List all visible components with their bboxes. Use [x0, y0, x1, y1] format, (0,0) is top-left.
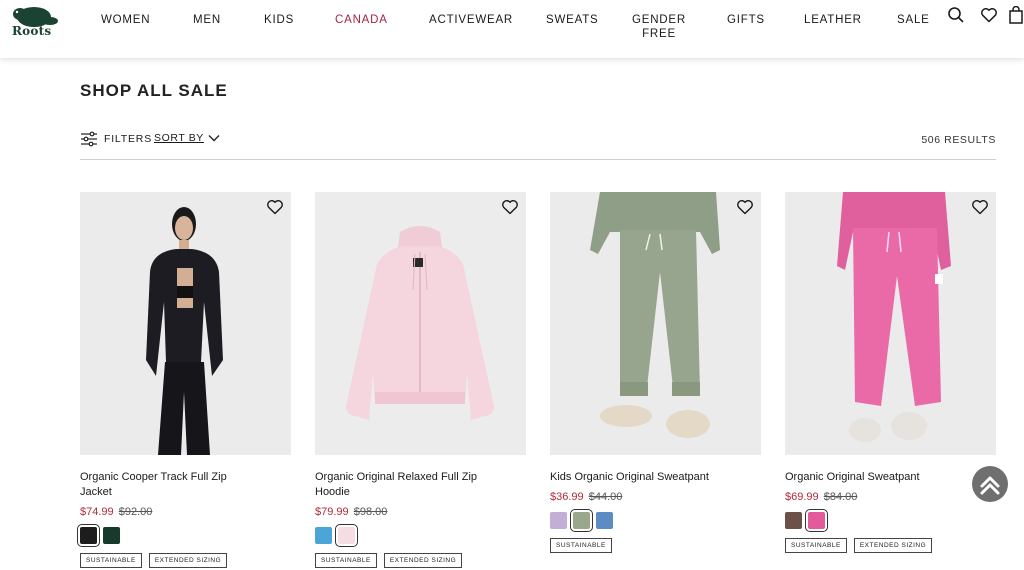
bag-icon[interactable]	[1008, 6, 1024, 24]
color-swatches	[785, 509, 996, 532]
pink-hoodie-image	[315, 192, 526, 455]
kids-sage-sweatpant-image	[550, 192, 761, 455]
nav-women[interactable]: WOMEN	[101, 13, 150, 27]
product-image[interactable]	[785, 192, 996, 455]
filter-sliders-icon	[81, 131, 97, 147]
wishlist-heart-icon[interactable]	[971, 198, 989, 216]
pink-sweatpant-image	[785, 192, 996, 455]
page-title: SHOP ALL SALE	[80, 81, 228, 100]
badge-sustainable: SUSTAINABLE	[550, 538, 612, 553]
product-badges: SUSTAINABLE	[550, 538, 761, 553]
color-swatches	[77, 524, 291, 547]
logo-wordmark[interactable]: Roots	[12, 24, 51, 38]
filters-button[interactable]: FILTERS	[80, 128, 152, 150]
nav-sweats[interactable]: SWEATS	[546, 13, 599, 27]
product-image[interactable]	[80, 192, 291, 455]
wishlist-heart-icon[interactable]	[501, 198, 519, 216]
nav-gifts[interactable]: GIFTS	[727, 13, 765, 27]
color-swatch[interactable]	[785, 512, 802, 529]
filters-label: FILTERS	[104, 133, 152, 145]
product-price: $79.99 $98.00	[315, 506, 526, 518]
badge-sustainable: SUSTAINABLE	[315, 553, 377, 568]
original-price: $98.00	[353, 506, 388, 518]
original-price: $92.00	[118, 506, 153, 518]
badge-extended-sizing: EXTENDED SIZING	[853, 538, 933, 553]
product-card[interactable]: Organic Original Sweatpant $69.99 $84.00…	[785, 192, 996, 553]
nav-kids[interactable]: KIDS	[264, 13, 294, 27]
product-card[interactable]: Organic Original Relaxed Full Zip Hoodie…	[315, 192, 526, 568]
badge-sustainable: SUSTAINABLE	[80, 553, 142, 568]
nav-sale[interactable]: SALE	[897, 13, 930, 27]
color-swatch[interactable]	[550, 512, 567, 529]
search-icon[interactable]	[947, 6, 965, 24]
product-name[interactable]: Organic Original Relaxed Full Zip Hoodie	[315, 470, 485, 500]
product-card[interactable]: Organic Cooper Track Full Zip Jacket $74…	[77, 192, 291, 568]
color-swatch[interactable]	[103, 527, 120, 544]
badge-sustainable: SUSTAINABLE	[785, 538, 847, 553]
product-image[interactable]	[550, 192, 761, 455]
wishlist-heart-icon[interactable]	[736, 198, 754, 216]
nav-men[interactable]: MEN	[193, 13, 221, 27]
sale-price: $69.99	[785, 491, 819, 503]
scroll-to-top-button[interactable]	[972, 466, 1008, 502]
results-count: 506 RESULTS	[921, 134, 996, 146]
sale-price: $79.99	[315, 506, 349, 518]
color-swatch[interactable]	[570, 509, 593, 532]
product-image[interactable]	[315, 192, 526, 455]
listing-toolbar: FILTERS SORT BY 506 RESULTS	[80, 128, 996, 160]
color-swatch[interactable]	[335, 524, 358, 547]
chevron-down-icon	[208, 135, 220, 142]
nav-activewear[interactable]: ACTIVEWEAR	[429, 13, 513, 27]
product-badges: SUSTAINABLE EXTENDED SIZING	[785, 538, 996, 553]
product-badges: SUSTAINABLE EXTENDED SIZING	[315, 553, 526, 568]
heart-icon[interactable]	[980, 6, 998, 24]
site-header: Roots WOMEN MEN KIDS CANADA ACTIVEWEAR S…	[0, 0, 1024, 58]
color-swatch[interactable]	[315, 527, 332, 544]
product-price: $74.99 $92.00	[80, 506, 291, 518]
double-chevron-up-icon	[980, 476, 1000, 495]
product-price: $69.99 $84.00	[785, 491, 996, 503]
product-name[interactable]: Organic Original Sweatpant	[785, 470, 955, 485]
nav-canada[interactable]: CANADA	[335, 13, 388, 27]
badge-extended-sizing: EXTENDED SIZING	[148, 553, 228, 568]
color-swatches	[550, 509, 761, 532]
sale-price: $36.99	[550, 491, 584, 503]
model-black-jacket-image	[80, 192, 291, 455]
color-swatches	[315, 524, 526, 547]
nav-leather[interactable]: LEATHER	[804, 13, 862, 27]
product-name[interactable]: Organic Cooper Track Full Zip Jacket	[80, 470, 250, 500]
original-price: $44.00	[588, 491, 623, 503]
badge-extended-sizing: EXTENDED SIZING	[383, 553, 463, 568]
sort-by-dropdown[interactable]: SORT BY	[154, 132, 220, 144]
product-name[interactable]: Kids Organic Original Sweatpant	[550, 470, 720, 485]
sort-by-label: SORT BY	[154, 132, 204, 144]
color-swatch[interactable]	[805, 509, 828, 532]
product-card[interactable]: Kids Organic Original Sweatpant $36.99 $…	[550, 192, 761, 553]
color-swatch[interactable]	[596, 512, 613, 529]
product-badges: SUSTAINABLE EXTENDED SIZING	[80, 553, 291, 568]
sale-price: $74.99	[80, 506, 114, 518]
color-swatch[interactable]	[77, 524, 100, 547]
wishlist-heart-icon[interactable]	[266, 198, 284, 216]
product-price: $36.99 $44.00	[550, 491, 761, 503]
nav-gender-free[interactable]: GENDER FREE	[629, 13, 689, 41]
original-price: $84.00	[823, 491, 858, 503]
